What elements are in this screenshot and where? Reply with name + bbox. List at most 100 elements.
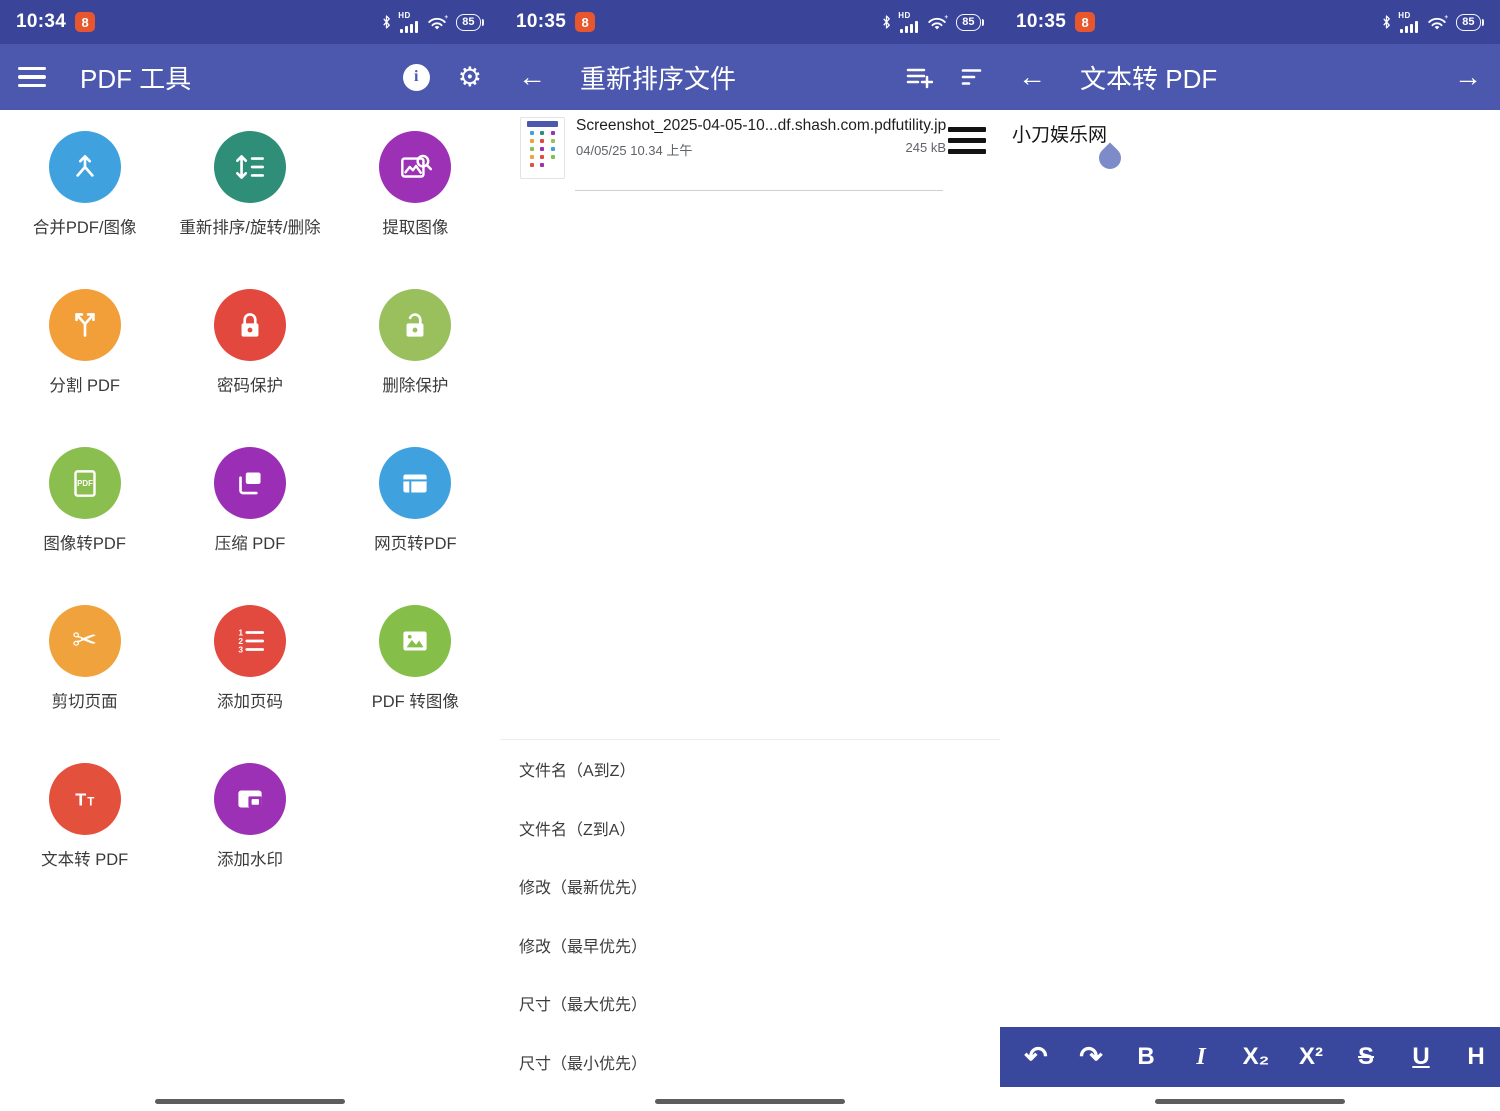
page-title: 文本转 PDF [1080,59,1217,96]
tool-label: 图像转PDF [43,530,126,554]
drag-handle-icon[interactable] [948,127,986,154]
superscript-button[interactable]: X² [1289,1045,1333,1069]
sort-option-name-za[interactable]: 文件名（Z到A） [500,799,1000,858]
tool-add-watermark[interactable]: 添加水印 [167,742,332,900]
info-button[interactable]: i [403,64,430,91]
back-button[interactable]: ← [518,63,546,91]
compress-icon [214,447,286,519]
screen-text-to-pdf: 10:35 8 HD + 85 ← 文本转 PDF → 小刀娱乐网 ↶ ↷ B [1000,0,1500,1111]
text-cursor-handle[interactable] [1094,142,1125,173]
subscript-button[interactable]: X₂ [1234,1045,1278,1069]
app-bar-reorder: ← 重新排序文件 [500,44,1000,110]
tool-add-page-numbers[interactable]: 123 添加页码 [167,584,332,742]
tool-compress-pdf[interactable]: 压缩 PDF [167,426,332,584]
underline-icon: U [1412,1043,1429,1070]
wifi-icon: + [426,14,448,31]
svg-text:+: + [1445,14,1449,21]
notification-app-icon: 8 [575,12,595,32]
sort-options-list: 文件名（A到Z） 文件名（Z到A） 修改（最新优先） 修改（最早优先） 尺寸（最… [500,740,1000,1091]
tool-cut-pages[interactable]: ✂ 剪切页面 [2,584,167,742]
merge-icon [49,131,121,203]
sort-button[interactable] [961,67,982,87]
sort-option-name-az[interactable]: 文件名（A到Z） [500,740,1000,799]
app-root: 10:34 8 HD + 85 PDF 工具 i ⚙ [0,0,1500,1111]
home-indicator[interactable] [1155,1099,1345,1104]
pdf-to-image-icon [379,605,451,677]
tool-label: 添加页码 [217,688,283,712]
sort-option-modified-oldest[interactable]: 修改（最早优先） [500,916,1000,975]
svg-text:T: T [87,795,94,808]
home-indicator[interactable] [655,1099,845,1104]
web-to-pdf-icon [379,447,451,519]
tools-grid: 合并PDF/图像 重新排序/旋转/删除 提取图像 [0,110,500,900]
italic-button[interactable]: I [1179,1045,1223,1069]
svg-text:PDF: PDF [77,479,93,488]
tool-label: 提取图像 [382,214,448,238]
text-editor-content: 小刀娱乐网 ↶ ↷ B I X₂ X² S U H [1000,110,1500,1111]
app-bar-text-to-pdf: ← 文本转 PDF → [1000,44,1500,110]
undo-icon: ↶ [1024,1041,1047,1072]
gear-icon: ⚙ [458,64,482,91]
notification-app-icon: 8 [1075,12,1095,32]
editor-text-input[interactable]: 小刀娱乐网 [1012,120,1107,147]
tool-merge-pdf[interactable]: 合并PDF/图像 [2,110,167,268]
signal-icon: HD [1400,12,1418,33]
underline-button[interactable]: U [1399,1045,1443,1069]
tool-label: 添加水印 [217,846,283,870]
redo-button[interactable]: ↷ [1069,1043,1113,1071]
format-toolbar: ↶ ↷ B I X₂ X² S U H [1000,1027,1500,1087]
bold-icon: B [1137,1043,1154,1070]
status-time: 10:35 [1016,11,1066,33]
tool-label: 密码保护 [217,372,283,396]
tools-content: 合并PDF/图像 重新排序/旋转/删除 提取图像 [0,110,500,1111]
back-button[interactable]: ← [1018,63,1046,91]
sort-option-modified-newest[interactable]: 修改（最新优先） [500,857,1000,916]
battery-icon: 85 [456,14,484,31]
image-to-pdf-icon: PDF [49,447,121,519]
tool-image-to-pdf[interactable]: PDF 图像转PDF [2,426,167,584]
tool-pdf-to-image[interactable]: PDF 转图像 [333,584,498,742]
settings-button[interactable]: ⚙ [458,64,482,91]
forward-arrow-icon: → [1454,63,1482,91]
menu-button[interactable] [18,67,46,87]
tool-reorder-rotate-delete[interactable]: 重新排序/旋转/删除 [167,110,332,268]
screen-reorder-files: 10:35 8 HD + 85 ← 重新排序文件 [500,0,1000,1111]
battery-icon: 85 [1456,14,1484,31]
file-size: 245 kB [906,140,946,159]
extract-image-icon [379,131,451,203]
undo-button[interactable]: ↶ [1014,1043,1058,1071]
bluetooth-icon [881,14,892,30]
heading-button[interactable]: H [1454,1045,1498,1069]
file-list-item[interactable]: Screenshot_2025-04-05-10...df.shash.com.… [520,117,986,179]
sort-option-size-largest[interactable]: 尺寸（最大优先） [500,974,1000,1033]
svg-text:+: + [945,14,949,21]
info-icon: i [403,64,430,91]
tool-text-to-pdf[interactable]: TT 文本转 PDF [2,742,167,900]
svg-text:T: T [75,789,86,809]
unlock-icon [379,289,451,361]
tool-label: 重新排序/旋转/删除 [179,214,320,238]
tool-label: 分割 PDF [49,372,120,396]
file-thumbnail [520,117,565,179]
notification-app-icon: 8 [75,12,95,32]
tool-split-pdf[interactable]: 分割 PDF [2,268,167,426]
home-indicator[interactable] [155,1099,345,1104]
tool-label: 压缩 PDF [215,530,286,554]
tool-extract-images[interactable]: 提取图像 [333,110,498,268]
back-arrow-icon: ← [518,63,546,91]
file-name: Screenshot_2025-04-05-10...df.shash.com.… [576,117,946,135]
strikethrough-button[interactable]: S [1344,1045,1388,1069]
hamburger-icon [18,67,46,87]
sort-icon [961,67,982,87]
playlist-add-icon [906,65,933,89]
bold-button[interactable]: B [1124,1045,1168,1069]
screen-pdf-tools: 10:34 8 HD + 85 PDF 工具 i ⚙ [0,0,500,1111]
text-to-pdf-icon: TT [49,763,121,835]
tool-password-protect[interactable]: 密码保护 [167,268,332,426]
next-button[interactable]: → [1454,63,1482,91]
sort-option-size-smallest[interactable]: 尺寸（最小优先） [500,1033,1000,1092]
add-files-button[interactable] [906,65,933,89]
watermark-icon [214,763,286,835]
tool-remove-protection[interactable]: 删除保护 [333,268,498,426]
tool-web-to-pdf[interactable]: 网页转PDF [333,426,498,584]
